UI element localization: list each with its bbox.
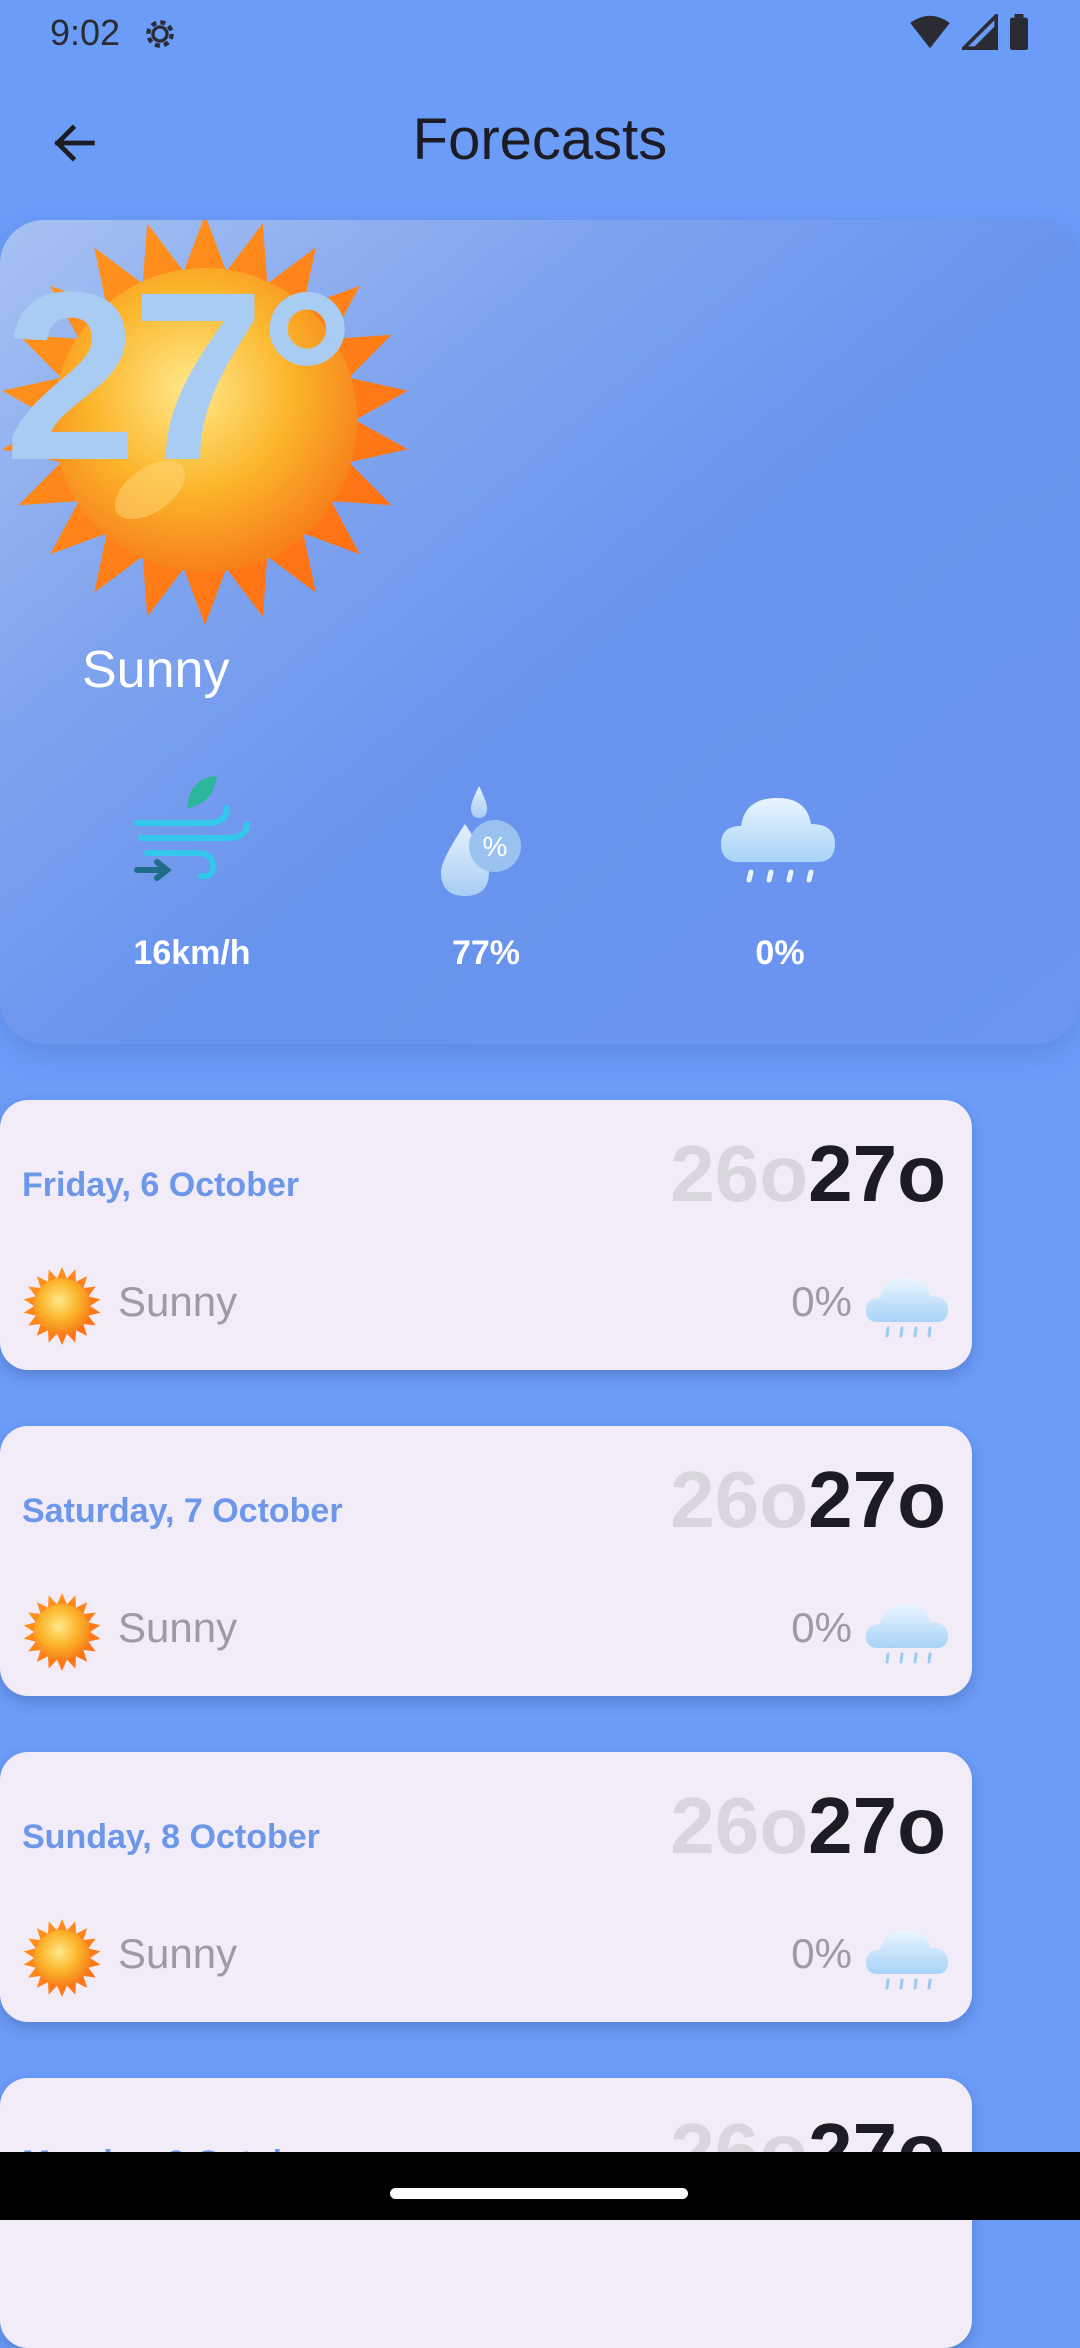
app-bar: Forecasts xyxy=(0,86,1080,196)
status-bar: 9:02 xyxy=(0,0,1080,66)
forecast-high-temp: 27o xyxy=(808,1455,946,1544)
forecast-temperatures: 26o27o xyxy=(670,1134,946,1214)
forecast-low-temp: 26o xyxy=(670,1781,809,1870)
forecast-condition: Sunny xyxy=(118,1930,238,1977)
rain-value: 0% xyxy=(755,934,805,972)
settings-gear-icon xyxy=(146,20,174,48)
rain-cloud-icon xyxy=(866,1278,948,1338)
humidity-stat: % 77% xyxy=(376,768,596,973)
forecast-condition: Sunny xyxy=(118,1604,238,1651)
forecast-card[interactable]: Friday, 6 October 26o27o Sunny 0% xyxy=(0,1100,972,1370)
forecast-rain-chance: 0% xyxy=(791,1930,852,1977)
battery-icon xyxy=(1010,14,1028,50)
forecast-card[interactable]: Saturday, 7 October 26o27o Sunny 0% xyxy=(0,1426,972,1696)
forecast-temperatures: 26o27o xyxy=(670,1460,946,1540)
forecast-date: Sunday, 8 October xyxy=(22,1818,320,1856)
humidity-value: 77% xyxy=(451,934,521,972)
sun-icon xyxy=(23,1267,101,1345)
current-temperature: 27° xyxy=(4,242,355,510)
forecast-high-temp: 27o xyxy=(808,1129,946,1218)
home-gesture-handle[interactable] xyxy=(390,2188,688,2199)
rain-cloud-icon xyxy=(721,798,835,883)
svg-text:%: % xyxy=(483,831,508,862)
page-title: Forecasts xyxy=(412,107,668,172)
forecast-date: Friday, 6 October xyxy=(22,1166,300,1204)
wind-value: 16km/h xyxy=(133,934,251,972)
forecast-date: Saturday, 7 October xyxy=(22,1492,343,1530)
forecast-rain-chance: 0% xyxy=(791,1278,852,1325)
wind-icon xyxy=(134,776,250,881)
status-time: 9:02 xyxy=(50,12,121,53)
rain-cloud-icon xyxy=(866,1604,948,1664)
forecast-card[interactable]: Sunday, 8 October 26o27o Sunny 0% xyxy=(0,1752,972,2022)
wifi-icon xyxy=(910,15,950,49)
humidity-icon: % xyxy=(441,786,521,896)
forecast-high-temp: 27o xyxy=(808,1781,946,1870)
sun-icon xyxy=(23,1919,101,1997)
rain-cloud-icon xyxy=(866,1930,948,1990)
status-indicators xyxy=(908,14,1030,50)
forecast-condition: Sunny xyxy=(118,1278,238,1325)
current-condition: Sunny xyxy=(82,641,230,699)
sun-icon xyxy=(23,1593,101,1671)
current-weather-card: 27° Sunny 16km/h % 77% 0% xyxy=(0,220,1080,1044)
signal-icon xyxy=(962,14,998,50)
system-navigation-bar xyxy=(0,2152,1080,2220)
wind-stat: 16km/h xyxy=(82,768,302,973)
forecast-low-temp: 26o xyxy=(670,1129,809,1218)
rain-stat: 0% xyxy=(670,768,890,973)
forecast-temperatures: 26o27o xyxy=(670,1786,946,1866)
forecast-low-temp: 26o xyxy=(670,1455,809,1544)
forecast-rain-chance: 0% xyxy=(791,1604,852,1651)
